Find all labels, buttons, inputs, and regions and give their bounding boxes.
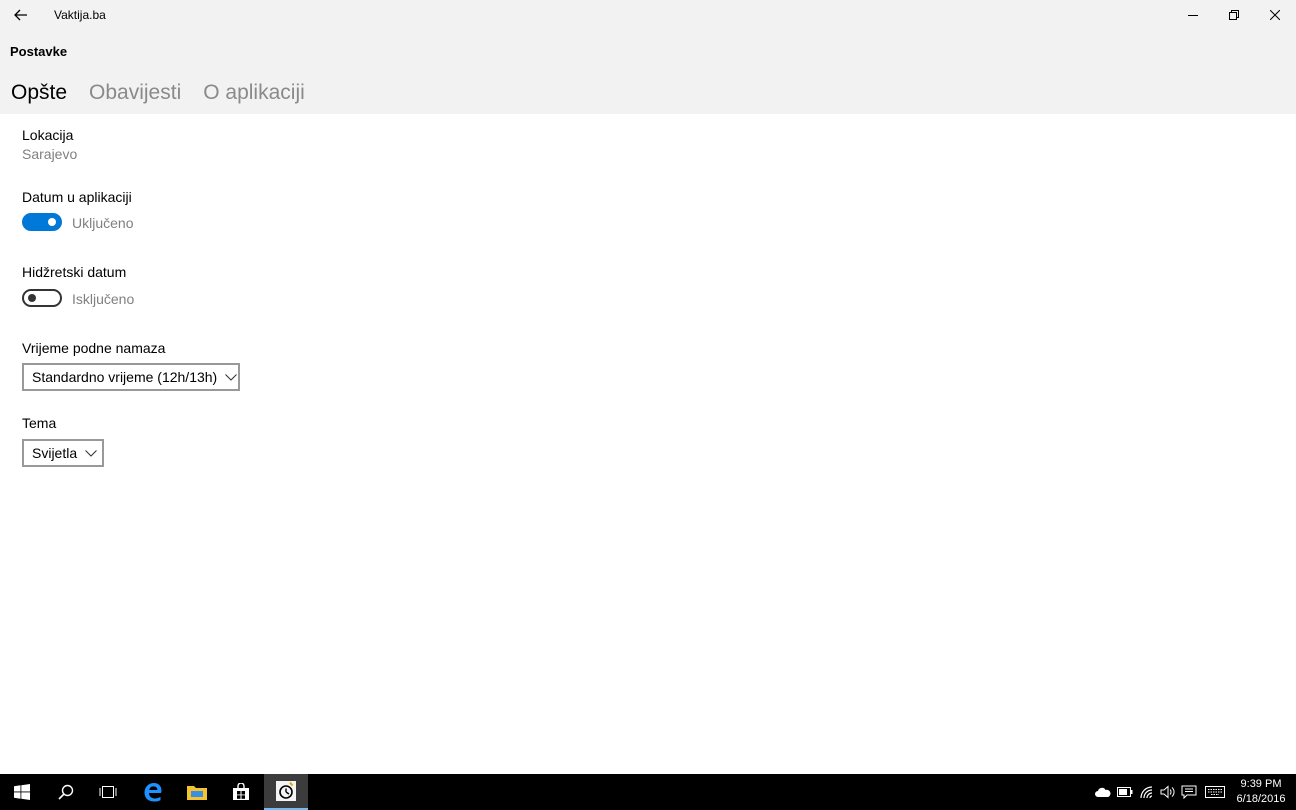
toggle-knob — [48, 218, 56, 226]
start-icon — [14, 784, 30, 800]
file-explorer-button[interactable] — [175, 774, 219, 810]
title-bar: Vaktija.ba — [0, 0, 1296, 30]
minimize-button[interactable] — [1172, 0, 1214, 30]
toggle-knob — [28, 294, 36, 302]
hijri-date-state: Isključeno — [72, 291, 135, 307]
back-arrow-icon — [14, 9, 27, 21]
action-center-tray[interactable] — [1178, 774, 1200, 810]
tab-about[interactable]: O aplikaciji — [203, 81, 305, 105]
vaktija-taskbar-button[interactable] — [264, 774, 308, 810]
onedrive-tray[interactable] — [1092, 774, 1114, 810]
noon-prayer-selected: Standardno vrijeme (12h/13h) — [32, 369, 218, 385]
task-view-button[interactable] — [86, 774, 130, 810]
date-in-app-label: Datum u aplikaciji — [22, 189, 132, 205]
close-button[interactable] — [1254, 0, 1296, 30]
network-tray[interactable] — [1136, 774, 1158, 810]
tab-notifications[interactable]: Obavijesti — [89, 81, 181, 105]
location-label: Lokacija — [22, 127, 74, 143]
theme-dropdown[interactable]: Svijetla — [22, 439, 104, 467]
battery-icon — [1117, 787, 1133, 797]
window-title: Vaktija.ba — [54, 8, 106, 22]
theme-selected: Svijetla — [32, 445, 78, 461]
clock-time: 9:39 PM — [1240, 778, 1282, 790]
date-in-app-toggle[interactable] — [22, 213, 62, 231]
noon-prayer-label: Vrijeme podne namaza — [22, 340, 166, 356]
page-title: Postavke — [10, 44, 68, 59]
tab-general[interactable]: Opšte — [11, 81, 67, 105]
search-icon — [58, 784, 74, 800]
volume-icon — [1160, 785, 1175, 799]
taskbar: 9:39 PM 6/18/2016 — [0, 774, 1296, 810]
vaktija-app-icon — [276, 781, 296, 801]
hijri-date-label: Hidžretski datum — [22, 264, 127, 280]
back-button[interactable] — [8, 3, 34, 27]
settings-header: Postavke Opšte Obavijesti O aplikaciji — [0, 30, 1296, 114]
taskbar-clock[interactable]: 9:39 PM 6/18/2016 — [1232, 777, 1290, 807]
action-center-icon — [1181, 785, 1197, 799]
noon-prayer-dropdown[interactable]: Standardno vrijeme (12h/13h) — [22, 363, 240, 391]
theme-label: Tema — [22, 415, 57, 431]
store-button[interactable] — [219, 774, 263, 810]
edge-taskbar-button[interactable] — [131, 774, 175, 810]
edge-icon — [144, 783, 162, 802]
store-icon — [233, 783, 249, 800]
location-value[interactable]: Sarajevo — [22, 146, 77, 162]
chevron-down-icon — [85, 449, 98, 457]
start-button[interactable] — [0, 774, 44, 810]
date-in-app-state: Uključeno — [72, 215, 134, 231]
wifi-icon — [1140, 786, 1153, 799]
task-view-icon — [99, 786, 117, 798]
battery-tray[interactable] — [1114, 774, 1136, 810]
search-button[interactable] — [44, 774, 88, 810]
volume-tray[interactable] — [1157, 774, 1179, 810]
onedrive-icon — [1095, 787, 1111, 797]
hijri-date-toggle[interactable] — [22, 289, 62, 307]
keyboard-icon — [1205, 786, 1225, 798]
minimize-icon — [1188, 15, 1198, 16]
restore-button[interactable] — [1213, 0, 1255, 30]
close-icon — [1270, 10, 1280, 20]
clock-date: 6/18/2016 — [1236, 793, 1286, 805]
pivot-tabs: Opšte Obavijesti O aplikaciji — [11, 81, 305, 105]
chevron-down-icon — [225, 373, 238, 381]
touch-keyboard-tray[interactable] — [1203, 774, 1227, 810]
restore-icon — [1229, 10, 1239, 20]
file-explorer-icon — [187, 786, 207, 800]
